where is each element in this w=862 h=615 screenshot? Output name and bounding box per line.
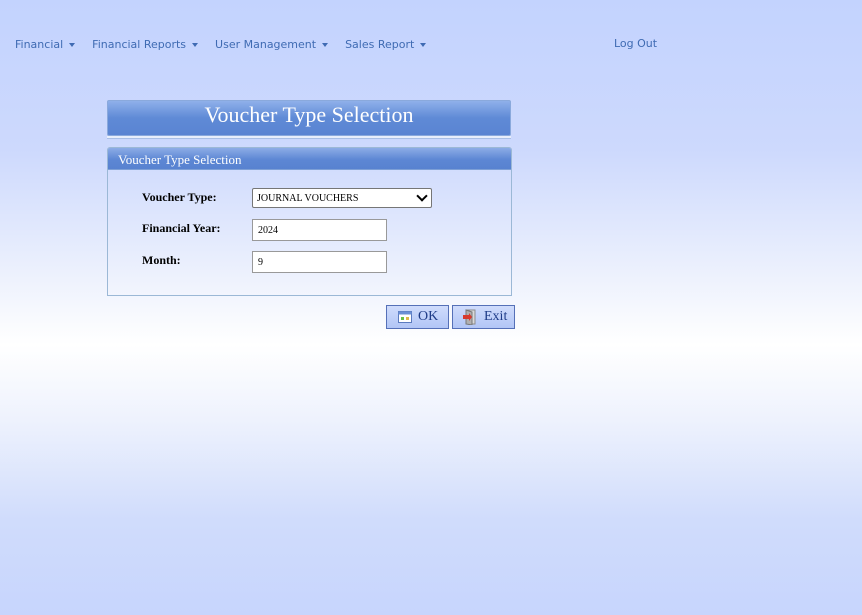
calendar-check-icon: [398, 311, 412, 323]
nav-sales-report[interactable]: Sales Report: [345, 37, 427, 51]
caret-down-icon: [192, 42, 199, 47]
ok-button-label: OK: [418, 309, 439, 324]
financial-year-label: Financial Year:: [142, 221, 221, 235]
nav-user-management[interactable]: User Management: [215, 37, 329, 51]
exit-button-label: Exit: [484, 309, 508, 324]
exit-door-icon: [462, 309, 478, 325]
nav-sales-report-label: Sales Report: [345, 37, 415, 51]
page-title: Voucher Type Selection: [107, 100, 511, 136]
voucher-type-selected-value: JOURNAL VOUCHERS: [257, 193, 359, 204]
caret-down-icon: [69, 42, 76, 47]
financial-year-input[interactable]: 2024: [252, 219, 387, 241]
nav-financial-label: Financial: [15, 37, 64, 51]
top-navbar: Financial Financial Reports User Managem…: [15, 35, 443, 53]
logout-link[interactable]: Log Out: [614, 35, 657, 53]
title-divider: [107, 136, 511, 139]
ok-button[interactable]: OK: [386, 305, 449, 329]
chevron-down-icon: [416, 190, 428, 202]
month-input[interactable]: 9: [252, 251, 387, 273]
caret-down-icon: [322, 42, 329, 47]
nav-financial-reports-label: Financial Reports: [92, 37, 187, 51]
exit-button[interactable]: Exit: [452, 305, 515, 329]
nav-financial[interactable]: Financial: [15, 37, 76, 51]
nav-financial-reports[interactable]: Financial Reports: [92, 37, 199, 51]
panel-header: Voucher Type Selection: [108, 148, 511, 170]
caret-down-icon: [420, 42, 427, 47]
nav-user-management-label: User Management: [215, 37, 317, 51]
voucher-type-label: Voucher Type:: [142, 190, 217, 204]
month-label: Month:: [142, 253, 181, 267]
voucher-selection-panel: Voucher Type Selection Voucher Type: JOU…: [107, 147, 512, 296]
voucher-type-select[interactable]: JOURNAL VOUCHERS: [252, 188, 432, 208]
